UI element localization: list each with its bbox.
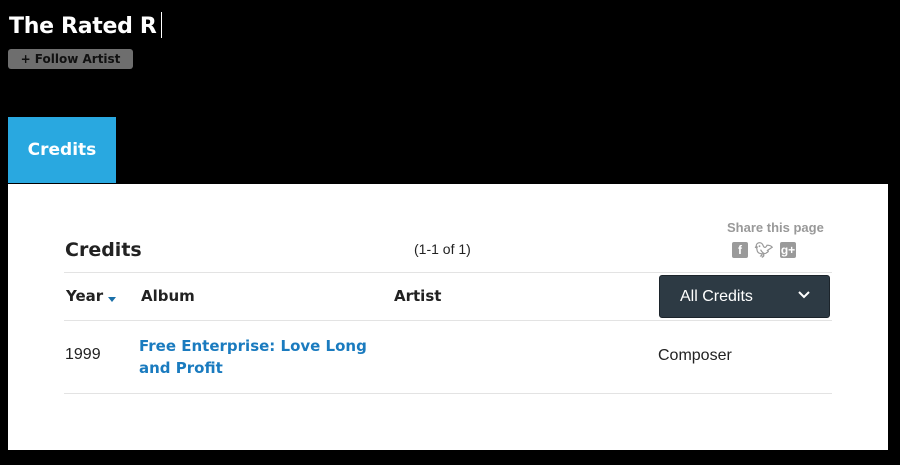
column-header-year-label: Year <box>66 287 104 305</box>
row-year: 1999 <box>65 346 101 363</box>
column-header-year[interactable]: Year <box>66 287 117 305</box>
tab-credits[interactable]: Credits <box>8 117 116 183</box>
facebook-icon[interactable]: f <box>732 242 748 258</box>
column-header-artist[interactable]: Artist <box>394 287 441 305</box>
album-link[interactable]: Free Enterprise: Love Long and Profit <box>139 335 374 379</box>
twitter-icon[interactable]: 🐦︎ <box>754 242 773 259</box>
column-header-album[interactable]: Album <box>141 287 195 305</box>
google-plus-icon[interactable]: g+ <box>780 242 796 258</box>
header-bottom-rule <box>64 320 832 321</box>
chevron-down-icon <box>798 291 810 299</box>
credits-filter-select[interactable]: All Credits <box>659 275 830 318</box>
row-credit: Composer <box>658 347 732 364</box>
sort-desc-icon <box>108 297 117 302</box>
share-icons: f 🐦︎ g+ <box>732 242 796 259</box>
credits-filter-value: All Credits <box>680 287 753 305</box>
follow-artist-button[interactable]: + Follow Artist <box>8 49 133 69</box>
credits-panel: Credits (1-1 of 1) Share this page f 🐦︎ … <box>8 184 888 450</box>
artist-title: The Rated R <box>9 12 162 42</box>
section-title: Credits <box>65 239 142 261</box>
header-top-rule <box>64 272 832 273</box>
results-count: (1-1 of 1) <box>414 241 471 257</box>
artist-name: The Rated R <box>9 14 157 39</box>
row-bottom-rule <box>64 393 832 394</box>
share-label: Share this page <box>727 220 824 235</box>
text-cursor <box>160 12 162 38</box>
